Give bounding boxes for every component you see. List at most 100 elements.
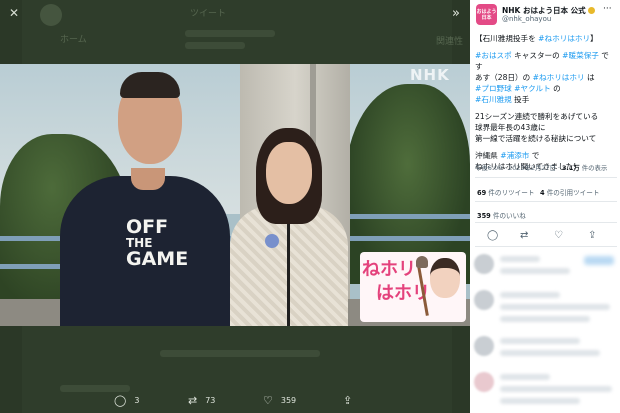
shirt-line-3: GAME: [126, 248, 189, 270]
retweet-action[interactable]: ⇄ 73: [188, 394, 215, 407]
reply-item[interactable]: [474, 290, 618, 330]
retweet-count: 73: [205, 396, 216, 405]
divider: [475, 246, 617, 247]
avatar: [474, 290, 494, 310]
blurred-text: [500, 256, 540, 262]
blurred-text: [500, 304, 610, 310]
background-line: [60, 385, 130, 392]
photo-railing: [350, 236, 470, 241]
blurred-text: [500, 398, 580, 404]
like-action[interactable]: ♡ 359: [263, 394, 296, 407]
reply-icon[interactable]: ◯: [487, 230, 498, 241]
tweet-timestamp[interactable]: 午後6:00 · 2023年2月27日 ·: [475, 164, 562, 172]
text-segment: で: [598, 51, 609, 60]
tweet-panel: おはよう日本 NHK おはよう日本 公式 @nhk_ohayou ··· 【石川…: [470, 0, 620, 413]
hashtag-link[interactable]: #石川雅規: [475, 95, 512, 104]
reply-item[interactable]: [474, 372, 618, 412]
like-count: 359: [280, 396, 297, 405]
close-icon[interactable]: ✕: [4, 3, 24, 23]
shirt-line-1: OFF: [126, 216, 169, 238]
tweet-text: 【石川雅規投手を #ねホリはホリ】 #おはスポ キャスターの #暖菜保子 で す…: [475, 33, 618, 172]
blurred-text: [500, 316, 590, 322]
background-line: [185, 42, 245, 49]
text-segment: あす（28日）の: [475, 73, 533, 82]
tweet-line: #プロ野球 #ヤクルト の: [475, 83, 618, 94]
tweet-meta: 午後6:00 · 2023年2月27日 · 3.1万 件の表示: [475, 163, 607, 172]
hashtag-link[interactable]: #暖菜保子: [562, 51, 599, 60]
retweet-stat-label: 件のリツイート: [486, 189, 535, 197]
background-line: [160, 350, 320, 357]
account-name-text: NHK おはよう日本 公式: [502, 6, 586, 15]
heart-icon: ♡: [263, 394, 273, 407]
tweet-line: #おはスポ キャスターの #暖菜保子 で: [475, 50, 618, 61]
tweet-line: 球界最年長の43歳に: [475, 123, 546, 132]
blurred-text: [500, 386, 612, 392]
quote-stat-label: 件の引用ツイート: [544, 189, 600, 197]
avatar[interactable]: おはよう日本: [476, 4, 497, 25]
retweet-stat-count: 69: [477, 189, 487, 197]
text-segment: 【石川雅規投手を: [475, 34, 539, 43]
hashtag-link[interactable]: #ねホリはホリ: [538, 34, 590, 43]
divider: [475, 177, 617, 178]
reply-item[interactable]: [474, 336, 618, 366]
logo-character: [430, 258, 460, 298]
hashtag-link[interactable]: #おはスポ: [475, 51, 512, 60]
media-action-bar: ◯ 3 ⇄ 73 ♡ 359 ⇪: [0, 392, 470, 413]
like-stat-label: 件のいいね: [490, 212, 526, 220]
tweet-photo[interactable]: NHK OFF THE GAME ねホリ はホリ: [0, 64, 470, 326]
shirt-print: OFF THE GAME: [126, 218, 196, 269]
background-line: [185, 30, 275, 37]
blurred-text: [500, 350, 600, 356]
text-segment: 投手: [511, 95, 530, 104]
man-hair: [120, 72, 180, 98]
share-icon[interactable]: ⇪: [588, 230, 596, 241]
hashtag-link[interactable]: #ヤクルト: [514, 84, 551, 93]
photo-railing: [350, 214, 470, 219]
hashtag-link[interactable]: #ねホリはホリ: [533, 73, 585, 82]
share-icon: ⇪: [343, 394, 353, 407]
tweet-line: 第一線で活躍を続ける秘訣について: [475, 134, 597, 143]
double-chevron-right-icon[interactable]: »: [446, 3, 466, 23]
avatar: [474, 336, 494, 356]
share-action[interactable]: ⇪: [343, 394, 352, 407]
reply-icon: ◯: [114, 394, 127, 407]
reply-count: 3: [134, 396, 140, 405]
text-segment: 】: [590, 34, 598, 43]
text-segment: 沖縄県: [475, 151, 501, 160]
reply-item[interactable]: [474, 254, 618, 284]
blurred-text: [500, 268, 570, 274]
avatar: [474, 372, 494, 392]
tweet-line: 沖縄県 #浦添市 で: [475, 150, 618, 161]
retweet-stat[interactable]: 69 件のリツイート: [477, 187, 534, 197]
view-label: 件の表示: [579, 164, 608, 172]
man-neck: [131, 168, 165, 190]
like-stat[interactable]: 359 件のいいね: [477, 210, 526, 220]
account-handle[interactable]: @nhk_ohayou: [502, 15, 551, 23]
shovel-blade: [416, 256, 428, 268]
tweet-line: #石川雅規 投手: [475, 94, 618, 105]
hashtag-link[interactable]: #プロ野球: [475, 84, 512, 93]
hashtag-link[interactable]: #浦添市: [500, 151, 529, 160]
retweet-icon[interactable]: ⇄: [520, 230, 528, 241]
verified-badge-icon: [587, 7, 595, 14]
jacket-line: [287, 214, 290, 326]
tweet-line: 21シーズン連続で勝利をあげている: [475, 112, 599, 121]
heart-icon[interactable]: ♡: [554, 230, 563, 241]
blurred-text: [500, 338, 580, 344]
text-segment: は: [584, 73, 595, 82]
like-stat-count: 359: [477, 212, 491, 220]
tweet-line: 【石川雅規投手を #ねホリはホリ】: [475, 33, 618, 44]
tweet-line: す: [475, 62, 483, 71]
text-segment: キャスターの: [511, 51, 563, 60]
view-count: 3.1万: [561, 164, 580, 172]
reply-action[interactable]: ◯ 3: [114, 394, 139, 407]
quote-stat[interactable]: 4 件の引用ツイート: [540, 187, 599, 197]
text-segment: の: [550, 84, 561, 93]
blurred-text: [500, 292, 560, 298]
divider: [475, 222, 617, 223]
lapel-microphone: [265, 234, 279, 248]
more-options-icon[interactable]: ···: [603, 4, 612, 14]
photo-watermark: NHK: [410, 66, 450, 84]
background-nav-home: ホーム: [60, 35, 87, 45]
retweet-icon: ⇄: [188, 394, 198, 407]
